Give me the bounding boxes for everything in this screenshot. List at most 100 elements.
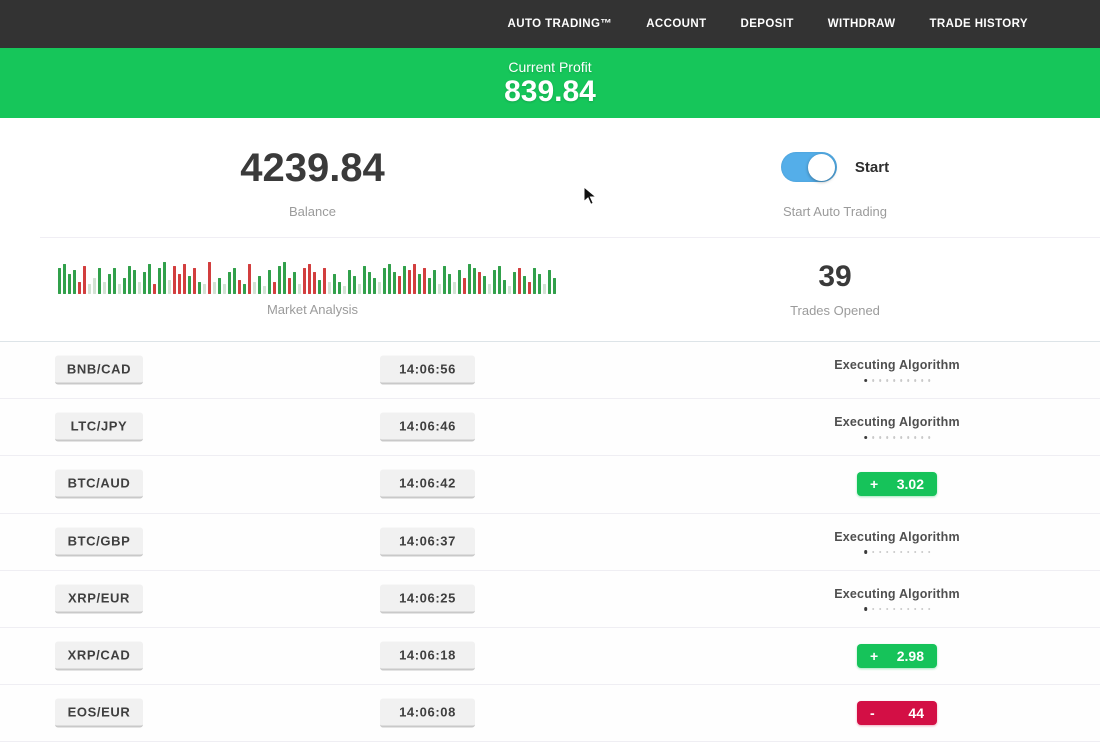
chart-bar xyxy=(148,264,151,294)
pair-badge: LTC/JPY xyxy=(55,413,143,442)
chart-bar xyxy=(313,272,316,294)
trade-row: BNB/CAD 14:06:56 Executing Algorithm xyxy=(0,342,1100,399)
chart-bar xyxy=(98,268,101,294)
time-badge: 14:06:42 xyxy=(380,470,475,499)
chart-bar xyxy=(68,274,71,294)
chart-bar xyxy=(438,284,441,294)
chart-bar xyxy=(153,284,156,294)
chart-bar xyxy=(243,284,246,294)
chart-bar xyxy=(213,282,216,294)
progress-dot xyxy=(928,551,931,554)
chart-bar xyxy=(303,268,306,294)
chart-bar xyxy=(223,284,226,294)
progress-dot xyxy=(886,551,889,554)
chart-bar xyxy=(463,278,466,294)
chart-bar xyxy=(448,274,451,294)
result-amount: 44 xyxy=(908,705,924,721)
chart-bar xyxy=(168,280,171,294)
chart-bar xyxy=(113,268,116,294)
chart-bar xyxy=(433,270,436,294)
trade-row: BTC/AUD 14:06:42 +3.02 xyxy=(0,456,1100,513)
chart-bar xyxy=(143,272,146,294)
trade-row: XRP/EUR 14:06:25 Executing Algorithm xyxy=(0,571,1100,628)
chart-bar xyxy=(548,270,551,294)
chart-bar xyxy=(348,270,351,294)
chart-bar xyxy=(268,270,271,294)
chart-bar xyxy=(283,262,286,294)
market-analysis-chart xyxy=(58,258,568,294)
chart-bar xyxy=(198,282,201,294)
chart-bar xyxy=(138,282,141,294)
chart-bar xyxy=(58,268,61,294)
current-profit-banner: Current Profit 839.84 xyxy=(0,48,1100,118)
profit-badge: +2.98 xyxy=(857,644,937,668)
chart-bar xyxy=(233,268,236,294)
chart-bar xyxy=(328,282,331,294)
auto-trading-toggle[interactable] xyxy=(781,152,837,182)
trades-opened-value: 39 xyxy=(818,260,851,293)
chart-bar xyxy=(403,266,406,294)
progress-dot xyxy=(900,379,903,382)
chart-bar xyxy=(333,274,336,294)
progress-dot xyxy=(893,608,896,611)
progress-dot xyxy=(886,608,889,611)
trade-row: LTC/JPY 14:06:46 Executing Algorithm xyxy=(0,399,1100,456)
chart-bar xyxy=(468,264,471,294)
progress-dot xyxy=(893,551,896,554)
chart-bar xyxy=(533,268,536,294)
chart-bar xyxy=(383,268,386,294)
chart-bar xyxy=(193,268,196,294)
progress-dot xyxy=(921,608,924,611)
progress-dots xyxy=(864,551,931,554)
chart-bar xyxy=(358,284,361,294)
trade-status: Executing Algorithm xyxy=(834,415,960,439)
chart-bar xyxy=(73,270,76,294)
chart-bar xyxy=(178,274,181,294)
chart-bar xyxy=(423,268,426,294)
chart-bar xyxy=(293,272,296,294)
chart-bar xyxy=(458,270,461,294)
chart-bar xyxy=(103,282,106,294)
executing-algorithm-text: Executing Algorithm xyxy=(834,358,960,372)
chart-bar xyxy=(63,264,66,294)
nav-item-account[interactable]: ACCOUNT xyxy=(646,18,706,30)
nav-item-trade-history[interactable]: TRADE HISTORY xyxy=(930,18,1029,30)
pair-badge: EOS/EUR xyxy=(55,699,143,728)
nav-item-deposit[interactable]: DEPOSIT xyxy=(741,18,794,30)
nav-item-auto-trading[interactable]: AUTO TRADING™ xyxy=(508,18,613,30)
chart-bar xyxy=(503,280,506,294)
chart-bar xyxy=(248,264,251,294)
chart-bar xyxy=(443,266,446,294)
progress-dots xyxy=(864,608,931,611)
balance-value: 4239.84 xyxy=(240,146,385,190)
chart-bar xyxy=(273,282,276,294)
chart-bar xyxy=(508,286,511,294)
progress-dot xyxy=(879,379,882,382)
trade-status: Executing Algorithm xyxy=(834,587,960,611)
progress-dot xyxy=(893,436,896,439)
progress-dot xyxy=(907,608,910,611)
trade-row: BTC/GBP 14:06:37 Executing Algorithm xyxy=(0,514,1100,571)
progress-dot xyxy=(928,608,931,611)
trades-opened-label: Trades Opened xyxy=(790,303,880,318)
chart-bar xyxy=(353,276,356,294)
chart-bar xyxy=(183,264,186,294)
progress-dots xyxy=(864,379,931,382)
time-badge: 14:06:37 xyxy=(380,527,475,556)
chart-bar xyxy=(173,266,176,294)
nav-item-withdraw[interactable]: WITHDRAW xyxy=(828,18,896,30)
progress-dot xyxy=(907,551,910,554)
top-nav-bar: AUTO TRADING™ ACCOUNT DEPOSIT WITHDRAW TRADE… xyxy=(0,0,1100,48)
trade-status: Executing Algorithm xyxy=(834,358,960,382)
chart-bar xyxy=(298,284,301,294)
progress-dot xyxy=(921,379,924,382)
chart-bar xyxy=(538,274,541,294)
trades-list: BNB/CAD 14:06:56 Executing Algorithm LTC… xyxy=(0,341,1100,742)
trade-status: +2.98 xyxy=(857,644,937,668)
chart-bar xyxy=(278,266,281,294)
chart-bar xyxy=(398,276,401,294)
progress-dot xyxy=(900,608,903,611)
chart-bar xyxy=(408,270,411,294)
chart-bar xyxy=(418,274,421,294)
current-profit-label: Current Profit xyxy=(508,59,591,75)
